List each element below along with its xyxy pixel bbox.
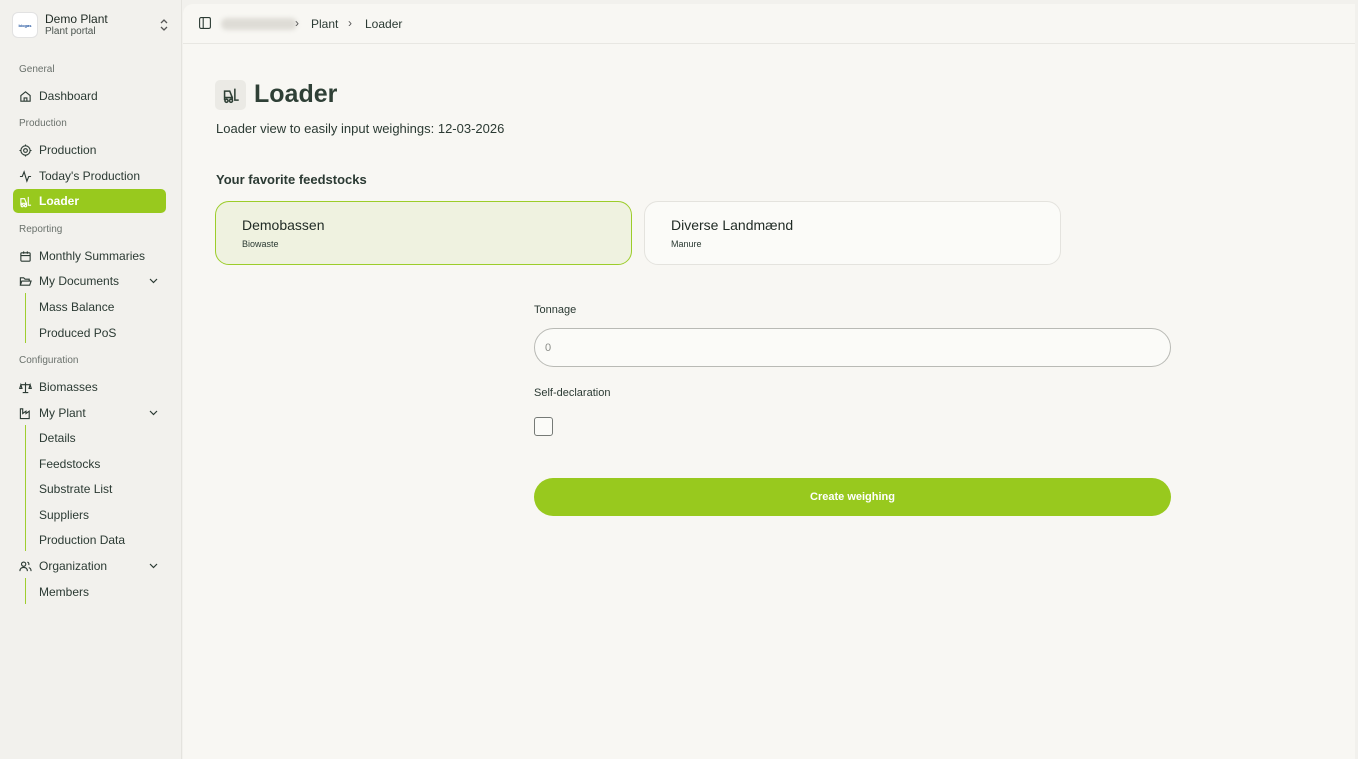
feedstock-card[interactable]: Diverse Landmænd Manure	[644, 201, 1061, 265]
breadcrumb-loader: Loader	[365, 17, 403, 31]
chevron-down-icon[interactable]	[148, 275, 159, 286]
sidebar-item-label: My Plant	[39, 406, 86, 420]
sidebar-toggle-icon[interactable]	[199, 17, 211, 29]
folder-open-icon	[19, 276, 32, 286]
sidebar-item-production[interactable]: Production	[13, 138, 166, 162]
feedstock-name: Diverse Landmænd	[671, 217, 794, 233]
sidebar-item-label: Today's Production	[39, 169, 141, 183]
page-subtitle: Loader view to easily input weighings: 1…	[216, 121, 505, 136]
tonnage-input[interactable]	[534, 328, 1171, 367]
breadcrumb-separator: ›	[295, 16, 299, 30]
sidebar-item-members[interactable]: Members	[39, 583, 89, 601]
forklift-icon	[20, 196, 32, 207]
sidebar-item-biomasses[interactable]: Biomasses	[13, 375, 166, 399]
sidebar-item-dashboard[interactable]: Dashboard	[13, 84, 166, 108]
sidebar-item-todays-production[interactable]: Today's Production	[13, 164, 166, 188]
sidebar-item-organization[interactable]: Organization	[13, 554, 166, 578]
section-production: Production	[19, 118, 67, 129]
self-declaration-label: Self-declaration	[534, 387, 611, 399]
org-subtitle: Plant portal	[45, 26, 96, 37]
sidebar-item-loader[interactable]: Loader	[13, 189, 166, 213]
section-general: General	[19, 64, 55, 75]
sidebar-item-mass-balance[interactable]: Mass Balance	[39, 298, 114, 316]
scale-icon	[19, 381, 32, 393]
sidebar: biogas Demo Plant Plant portal General D…	[0, 0, 182, 759]
feedstock-name: Demobassen	[242, 217, 325, 233]
org-logo: biogas	[12, 12, 38, 38]
sidebar-item-label: Production	[39, 143, 97, 157]
sidebar-item-label: Biomasses	[39, 380, 98, 394]
factory-icon	[19, 407, 30, 419]
chevrons-up-down-icon	[160, 19, 168, 31]
sidebar-item-production-data[interactable]: Production Data	[39, 531, 125, 549]
sidebar-item-my-documents[interactable]: My Documents	[13, 269, 166, 293]
sidebar-item-label: My Documents	[39, 274, 120, 288]
page-title: Loader	[254, 80, 338, 108]
chevron-down-icon[interactable]	[148, 407, 159, 418]
chevron-down-icon[interactable]	[148, 560, 159, 571]
sidebar-item-label: Organization	[39, 559, 108, 573]
page-icon	[215, 80, 246, 110]
breadcrumb-plant[interactable]: Plant	[311, 17, 338, 31]
users-icon	[19, 560, 32, 571]
submenu-line	[25, 578, 26, 604]
topbar: › Plant › Loader	[183, 4, 1355, 44]
org-name: Demo Plant	[45, 12, 108, 26]
org-switcher[interactable]: biogas Demo Plant Plant portal	[12, 11, 170, 39]
sidebar-item-feedstocks[interactable]: Feedstocks	[39, 455, 100, 473]
sidebar-item-monthly-summaries[interactable]: Monthly Summaries	[13, 244, 166, 268]
section-configuration: Configuration	[19, 355, 79, 366]
submenu-line	[25, 293, 26, 343]
feedstock-type: Manure	[671, 239, 702, 249]
forklift-icon	[223, 88, 239, 104]
favorites-heading: Your favorite feedstocks	[216, 172, 367, 187]
main-panel: › Plant › Loader Loader Loader view to e…	[183, 4, 1355, 759]
sidebar-item-suppliers[interactable]: Suppliers	[39, 506, 89, 524]
activity-icon	[19, 169, 32, 183]
gear-icon	[19, 143, 32, 157]
breadcrumb-separator: ›	[348, 16, 352, 30]
sidebar-item-label: Dashboard	[39, 89, 98, 103]
sidebar-item-details[interactable]: Details	[39, 429, 76, 447]
sidebar-item-my-plant[interactable]: My Plant	[13, 401, 166, 425]
calendar-icon	[20, 250, 31, 262]
section-reporting: Reporting	[19, 224, 63, 235]
sidebar-item-label: Loader	[39, 194, 80, 208]
breadcrumb-redacted	[221, 18, 297, 30]
submenu-line	[25, 425, 26, 551]
tonnage-label: Tonnage	[534, 304, 577, 316]
self-declaration-checkbox[interactable]	[534, 417, 553, 436]
feedstock-type: Biowaste	[242, 239, 279, 249]
feedstock-card-selected[interactable]: Demobassen Biowaste	[215, 201, 632, 265]
sidebar-item-label: Monthly Summaries	[39, 249, 146, 263]
create-weighing-button[interactable]: Create weighing	[534, 478, 1171, 516]
sidebar-item-produced-pos[interactable]: Produced PoS	[39, 324, 116, 342]
home-icon	[20, 90, 31, 102]
sidebar-item-substrate-list[interactable]: Substrate List	[39, 480, 112, 498]
